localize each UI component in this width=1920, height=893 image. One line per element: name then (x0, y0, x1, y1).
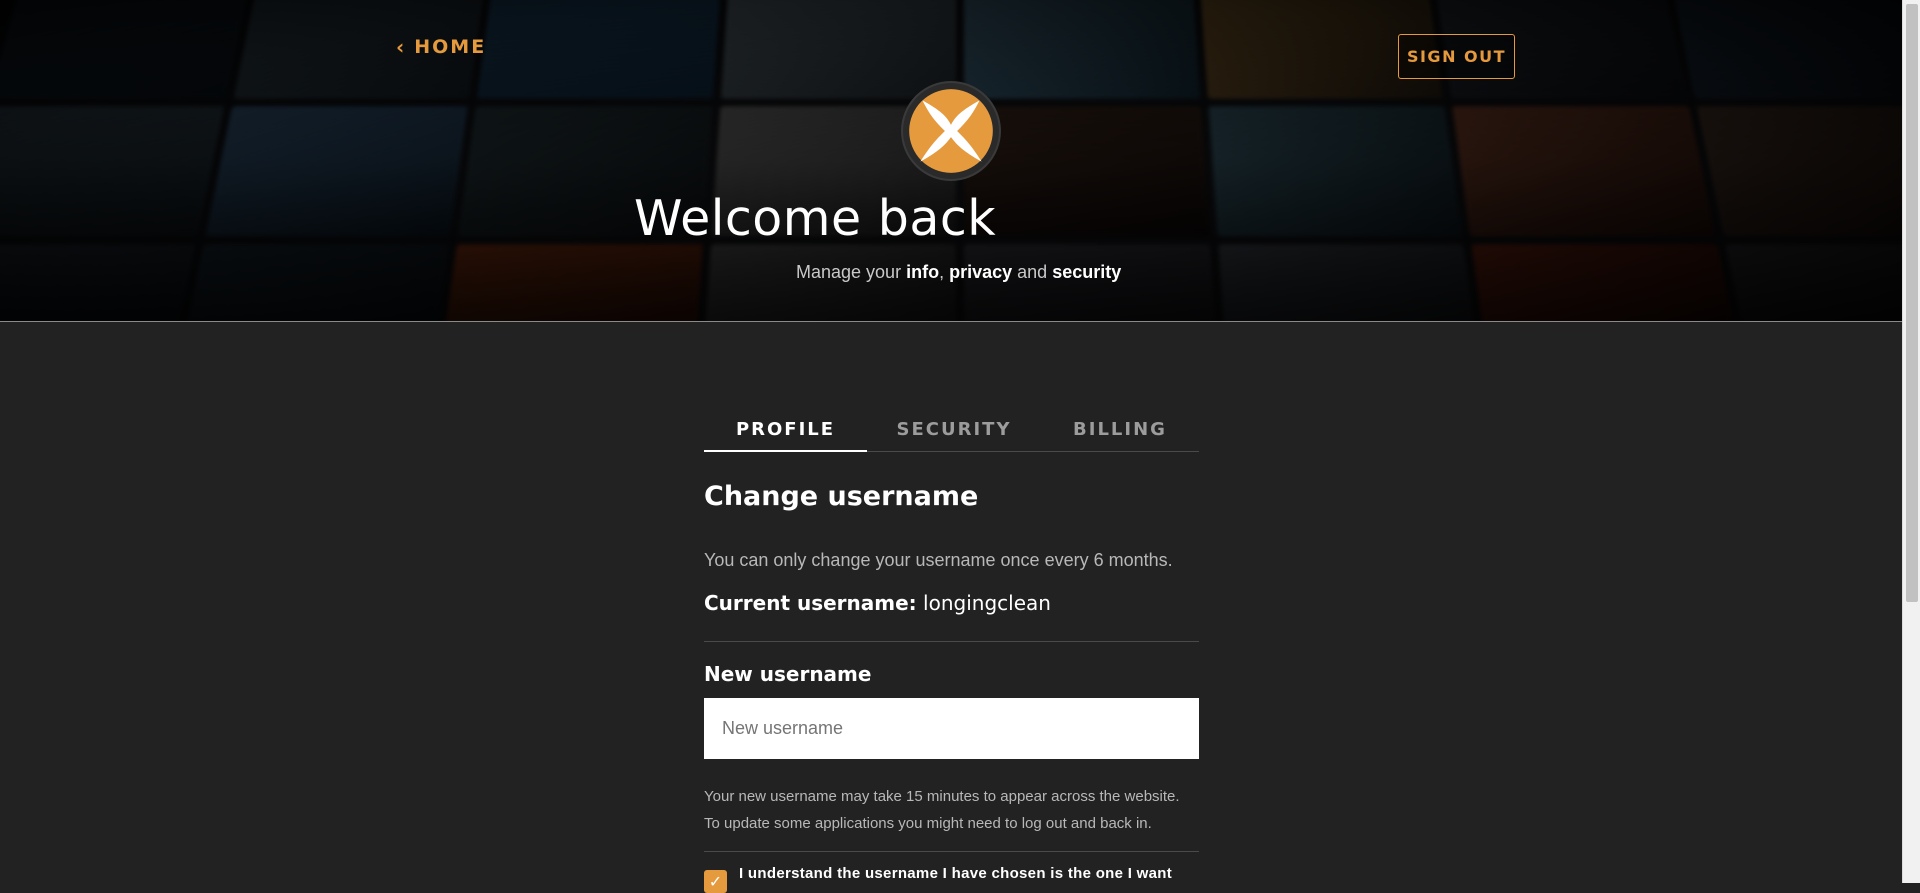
home-link[interactable]: ‹ HOME (396, 36, 486, 58)
scrollbar-thumb[interactable] (1906, 4, 1918, 602)
help-line-2: To update some applications you might ne… (704, 815, 1152, 832)
current-username-value: longingclean (923, 591, 1051, 615)
subtitle-privacy: privacy (949, 262, 1013, 282)
account-settings-panel: PROFILE SECURITY BILLING Change username… (704, 410, 1199, 893)
chevron-left-icon: ‹ (396, 35, 407, 59)
subtitle-security: security (1052, 262, 1122, 282)
current-username-label: Current username: (704, 591, 917, 615)
hero-subtitle: Manage your info, privacy and security (796, 262, 1122, 282)
section-title: Change username (704, 481, 979, 512)
new-username-input[interactable] (704, 698, 1199, 759)
sign-out-button[interactable]: SIGN OUT (1398, 34, 1515, 79)
tab-security[interactable]: SECURITY (867, 410, 1041, 451)
help-line-1: Your new username may take 15 minutes to… (704, 788, 1180, 805)
confirm-label: I understand the username I have chosen … (739, 865, 1173, 882)
username-change-note: You can only change your username once e… (704, 550, 1173, 570)
username-help-text: Your new username may take 15 minutes to… (704, 783, 1199, 852)
current-username: Current username: longingclean (704, 591, 1199, 642)
tab-billing[interactable]: BILLING (1041, 410, 1199, 451)
welcome-heading: Welcome back (634, 190, 997, 247)
home-label: HOME (414, 36, 487, 58)
settings-tabs: PROFILE SECURITY BILLING (704, 410, 1199, 452)
page-scrollbar[interactable] (1902, 0, 1920, 883)
confirm-row: ✓ I understand the username I have chose… (704, 864, 1199, 893)
new-username-label: New username (704, 662, 872, 686)
confirm-checkbox[interactable]: ✓ (704, 870, 727, 893)
tab-profile[interactable]: PROFILE (704, 410, 867, 452)
subtitle-info: info (906, 262, 940, 282)
brand-logo-icon (901, 81, 1001, 181)
checkmark-icon: ✓ (708, 873, 723, 891)
hero-banner: ‹ HOME SIGN OUT Welcome back Manage your… (0, 0, 1902, 322)
